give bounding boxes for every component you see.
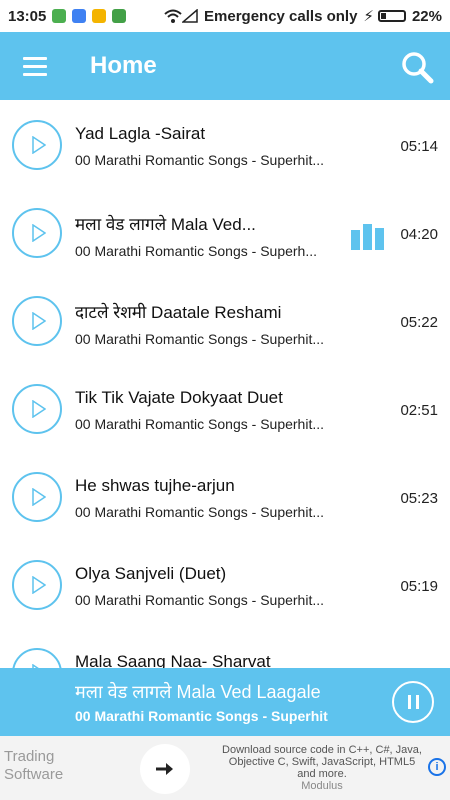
- song-duration: 05:22: [400, 314, 438, 331]
- song-list[interactable]: Yad Lagla -Sairat 00 Marathi Romantic So…: [0, 100, 450, 668]
- play-button[interactable]: [12, 648, 62, 668]
- carrier-text: Emergency calls only: [204, 7, 358, 25]
- ad-info-icon[interactable]: i: [428, 758, 446, 776]
- song-album: 00 Marathi Romantic Songs - Superhit...: [75, 504, 325, 520]
- page-title: Home: [90, 52, 157, 79]
- app-bar: Home: [0, 32, 450, 100]
- song-row[interactable]: He shwas tujhe-arjun 00 Marathi Romantic…: [0, 452, 450, 540]
- song-title: Tik Tik Vajate Dokyaat Duet: [75, 388, 283, 407]
- notification-app-icon: [112, 9, 127, 23]
- play-button[interactable]: [12, 208, 62, 258]
- charging-icon: ⚡: [363, 8, 374, 25]
- song-row[interactable]: Tik Tik Vajate Dokyaat Duet 00 Marathi R…: [0, 364, 450, 452]
- song-title: Mala Saang Naa- Sharvat: [75, 652, 271, 668]
- song-duration: 04:20: [400, 226, 438, 243]
- song-album: 00 Marathi Romantic Songs - Superhit...: [75, 592, 325, 608]
- play-icon: [32, 488, 46, 506]
- search-button[interactable]: [400, 50, 434, 84]
- song-duration: 05:19: [400, 578, 438, 595]
- play-button[interactable]: [12, 472, 62, 522]
- hamburger-icon: [23, 56, 47, 60]
- notification-app-icon: [92, 9, 107, 23]
- play-button[interactable]: [12, 120, 62, 170]
- menu-button[interactable]: [0, 32, 70, 100]
- battery-icon: [377, 10, 406, 22]
- search-icon: [402, 52, 434, 84]
- status-time: 13:05: [8, 7, 47, 25]
- now-playing-bar[interactable]: मला वेड लागले Mala Ved Laagale 00 Marath…: [0, 668, 450, 736]
- play-icon: [32, 312, 46, 330]
- now-playing-title: मला वेड लागले Mala Ved Laagale: [75, 682, 321, 702]
- notification-app-icon: [72, 9, 87, 23]
- wifi-icon: [164, 9, 182, 23]
- now-playing-album: 00 Marathi Romantic Songs - Superhit: [75, 708, 328, 724]
- song-duration: 05:14: [400, 138, 438, 155]
- song-album: 00 Marathi Romantic Songs - Superh...: [75, 243, 318, 259]
- pause-icon: [407, 695, 411, 709]
- play-icon: [32, 224, 46, 242]
- equalizer-icon: [351, 224, 385, 250]
- play-button[interactable]: [12, 296, 62, 346]
- play-icon: [32, 400, 46, 418]
- song-title: दाटले रेशमी Daatale Reshami: [75, 303, 282, 322]
- play-icon: [32, 136, 46, 154]
- status-right: Emergency calls only ⚡ 22%: [164, 7, 442, 25]
- status-bar: 13:05 Emergency calls only ⚡ 22%: [0, 0, 450, 32]
- song-album: 00 Marathi Romantic Songs - Superhit...: [75, 152, 325, 168]
- song-title: मला वेड लागले Mala Ved...: [75, 215, 256, 234]
- song-title: Yad Lagla -Sairat: [75, 124, 206, 143]
- ad-banner[interactable]: Trading Software Download source code in…: [0, 736, 450, 800]
- song-duration: 02:51: [400, 402, 438, 419]
- song-title: He shwas tujhe-arjun: [75, 476, 235, 495]
- song-row[interactable]: Yad Lagla -Sairat 00 Marathi Romantic So…: [0, 100, 450, 188]
- play-icon: [32, 576, 46, 594]
- signal-icon: [182, 9, 198, 23]
- song-album: 00 Marathi Romantic Songs - Superhit...: [75, 416, 325, 432]
- song-row[interactable]: Mala Saang Naa- Sharvat: [0, 628, 450, 668]
- ad-text: Download source code in C++, C#, Java, O…: [222, 744, 422, 792]
- play-button[interactable]: [12, 560, 62, 610]
- arrow-right-icon: [156, 763, 173, 775]
- song-title: Olya Sanjveli (Duet): [75, 564, 227, 583]
- play-button[interactable]: [12, 384, 62, 434]
- song-row[interactable]: Olya Sanjveli (Duet) 00 Marathi Romantic…: [0, 540, 450, 628]
- pause-button[interactable]: [392, 681, 434, 723]
- song-duration: 05:23: [400, 490, 438, 507]
- ad-arrow-button[interactable]: [140, 744, 190, 794]
- song-row[interactable]: दाटले रेशमी Daatale Reshami 00 Marathi R…: [0, 276, 450, 364]
- song-album: 00 Marathi Romantic Songs - Superhit...: [75, 331, 325, 347]
- ad-source: Modulus: [301, 780, 343, 792]
- notification-app-icon: [52, 9, 67, 23]
- battery-percent: 22%: [411, 7, 442, 25]
- ad-headline: Trading Software: [4, 748, 64, 783]
